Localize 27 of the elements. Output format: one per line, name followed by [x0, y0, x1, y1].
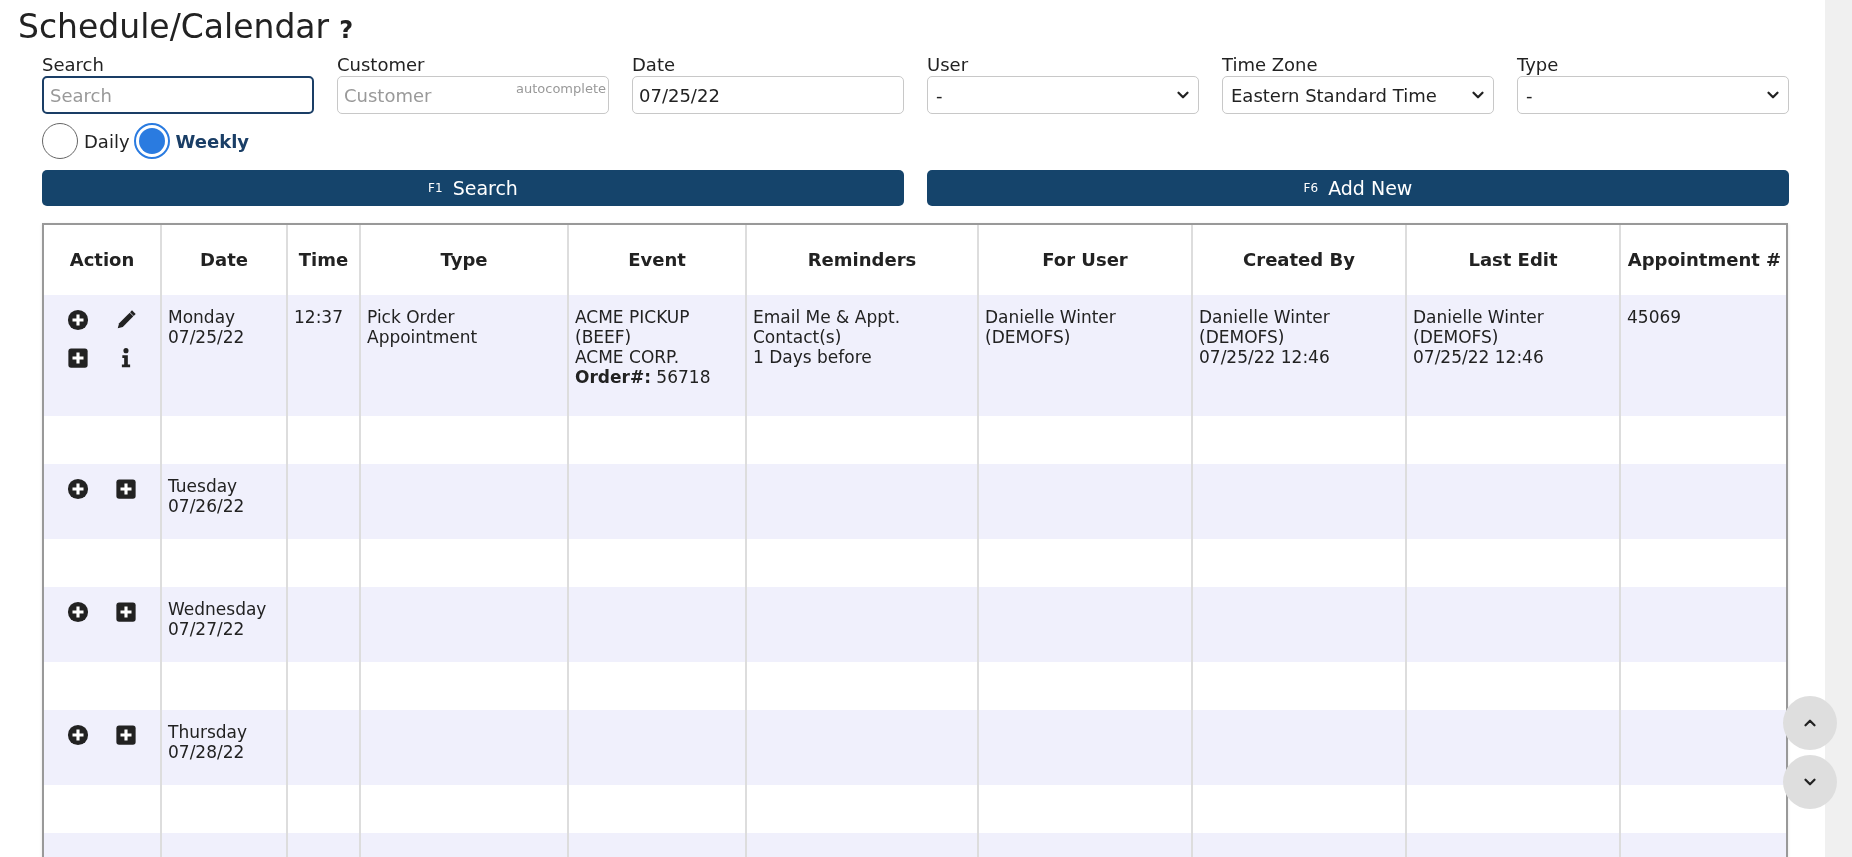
help-link[interactable]: ? [339, 12, 354, 48]
radio-label: Daily [84, 129, 130, 154]
text-field[interactable]: 07/25/22 [632, 76, 904, 114]
pencil-icon[interactable] [115, 309, 137, 331]
field-label: User [927, 54, 970, 76]
column-header: Action [68, 248, 136, 272]
radio-button[interactable] [133, 123, 170, 159]
dropdown[interactable]: Eastern Standard Time [1222, 76, 1494, 114]
field-label: Time Zone [1222, 54, 1319, 76]
field-label: Date [632, 54, 677, 76]
field-label: Customer [337, 54, 426, 76]
plus-circle-icon[interactable] [67, 724, 89, 746]
field-label: Type [1517, 54, 1560, 76]
plus-circle-icon[interactable] [67, 478, 89, 500]
dropdown[interactable]: - [927, 76, 1199, 114]
plus-square-icon[interactable] [115, 724, 137, 746]
action-button[interactable]: F1 Search [42, 170, 904, 206]
dropdown[interactable]: - [1517, 76, 1789, 114]
field-label: Search [42, 54, 105, 76]
plus-square-icon[interactable] [67, 347, 89, 369]
plus-circle-icon[interactable] [67, 309, 89, 331]
radio-label: Weekly [175, 129, 250, 154]
plus-square-icon[interactable] [115, 478, 137, 500]
page-title: Schedule/Calendar [18, 7, 330, 47]
plus-circle-icon[interactable] [67, 601, 89, 623]
plus-square-icon[interactable] [115, 601, 137, 623]
action-button[interactable]: F6 Add New [927, 170, 1789, 206]
